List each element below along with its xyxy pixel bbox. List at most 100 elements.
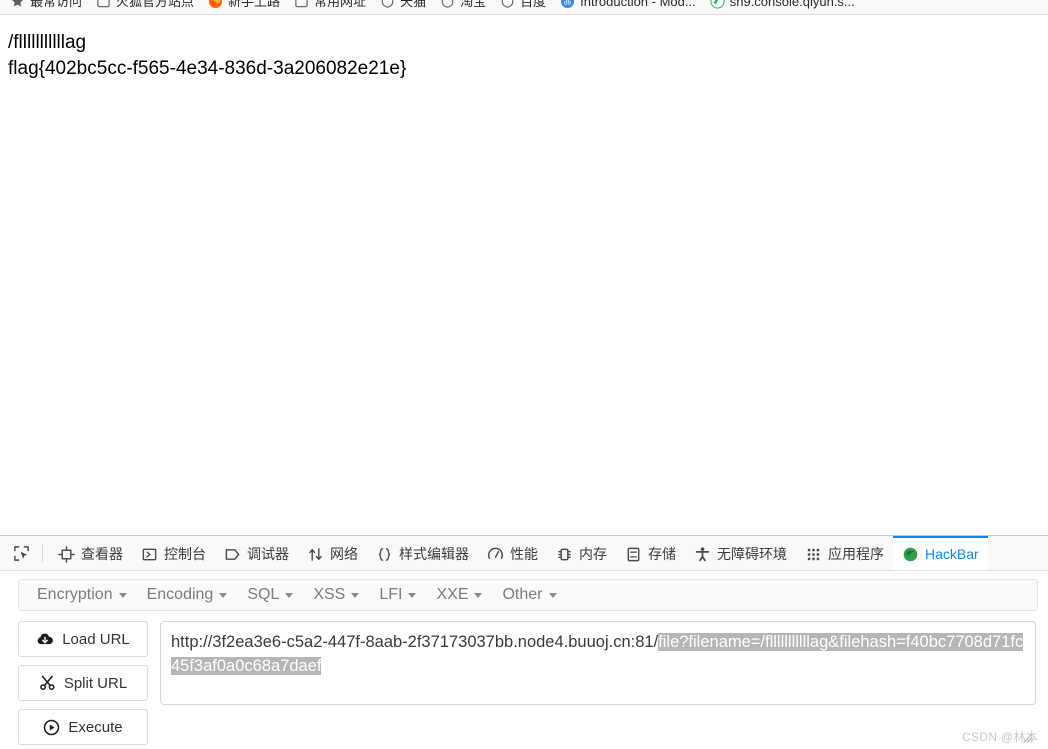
- network-icon: [307, 546, 324, 563]
- bookmark-item-common-sites[interactable]: 常用网址: [288, 0, 372, 11]
- hackbar-menubar: Encryption Encoding SQL XSS LFI XXE Othe…: [18, 579, 1038, 611]
- svg-text:db: db: [564, 0, 572, 6]
- split-url-button[interactable]: Split URL: [18, 665, 148, 701]
- style-editor-icon: [376, 546, 393, 563]
- devtools-tab-memory[interactable]: 内存: [547, 536, 616, 570]
- devtools-tab-inspector[interactable]: 查看器: [49, 536, 132, 570]
- hackbar-menu-encryption[interactable]: Encryption: [27, 584, 137, 606]
- devtools-tab-storage[interactable]: 存储: [616, 536, 685, 570]
- accessibility-icon: [694, 546, 711, 563]
- baidu-icon: [500, 0, 515, 9]
- toolbar-divider: [42, 544, 43, 562]
- debugger-icon: [224, 546, 241, 563]
- qiyun-icon: [710, 0, 725, 9]
- bookmark-label: 最常访问: [30, 0, 83, 9]
- menu-label: XXE: [436, 586, 469, 603]
- url-input[interactable]: http://3f2ea3e6-c5a2-447f-8aab-2f3717303…: [160, 621, 1036, 705]
- bookmark-item-taobao[interactable]: 淘宝: [434, 0, 492, 11]
- browser-window: 最常访问 火狐官方站点 新手上路 常用网址 天猫 淘宝 百度 db Introd…: [0, 0, 1048, 749]
- button-label: Split URL: [63, 674, 128, 692]
- chevron-down-icon: [408, 592, 417, 598]
- button-label: Execute: [68, 718, 123, 736]
- hackbar-menu-xss[interactable]: XSS: [303, 584, 369, 606]
- hackbar-menu-sql[interactable]: SQL: [237, 584, 303, 606]
- chevron-down-icon: [474, 592, 483, 598]
- star-icon: [10, 0, 25, 9]
- play-circle-icon: [43, 719, 60, 736]
- chevron-down-icon: [351, 592, 360, 598]
- hackbar-menu-xxe[interactable]: XXE: [426, 584, 492, 606]
- menu-label: SQL: [247, 586, 280, 603]
- bookmark-label: 淘宝: [460, 0, 487, 9]
- hackbar-menu-lfi[interactable]: LFI: [369, 584, 426, 606]
- bookmark-label: 新手上路: [228, 0, 281, 9]
- devtools-tab-label: 样式编辑器: [399, 546, 469, 562]
- bookmark-item-getting-started[interactable]: 新手上路: [202, 0, 286, 11]
- devtools-tab-label: HackBar: [925, 546, 979, 562]
- bookmark-label: 常用网址: [314, 0, 367, 9]
- csdn-watermark: CSDN @林本: [962, 730, 1038, 744]
- devtools-toolbar: 查看器 控制台 调试器 网络 样式编辑器 性能 内存 存储 无障碍环境 应用程序…: [0, 536, 1048, 571]
- page-text-filename: /flllllllllllag: [8, 32, 87, 53]
- menu-label: Encoding: [146, 586, 214, 603]
- bookmark-item-qiyun-console[interactable]: sh9.console.qiyun.s...: [704, 0, 861, 11]
- load-url-button[interactable]: Load URL: [18, 621, 148, 657]
- page-content: /flllllllllllag flag{402bc5cc-f565-4e34-…: [0, 16, 1048, 535]
- mdn-icon: db: [560, 0, 575, 9]
- bookmark-label: Introduction - Mod...: [580, 0, 696, 9]
- devtools-panel: 查看器 控制台 调试器 网络 样式编辑器 性能 内存 存储 无障碍环境 应用程序…: [0, 535, 1048, 749]
- hackbar-icon: [902, 546, 919, 563]
- tmall-icon: [380, 0, 395, 9]
- bookmark-outline-icon: [96, 0, 111, 9]
- chevron-down-icon: [219, 592, 228, 598]
- chevron-down-icon: [285, 592, 294, 598]
- devtools-tab-debugger[interactable]: 调试器: [215, 536, 298, 570]
- bookmark-label: sh9.console.qiyun.s...: [729, 0, 855, 9]
- memory-icon: [556, 546, 573, 563]
- hackbar-button-group: Load URL Split URL Execute: [18, 621, 148, 745]
- hackbar-url-area: http://3f2ea3e6-c5a2-447f-8aab-2f3717303…: [160, 621, 1036, 745]
- bookmark-label: 火狐官方站点: [116, 0, 195, 9]
- hackbar-body: Load URL Split URL Execute http://3f2ea3…: [18, 621, 1036, 745]
- devtools-tab-label: 查看器: [81, 546, 123, 562]
- devtools-tab-label: 应用程序: [828, 546, 884, 562]
- devtools-tab-label: 性能: [510, 546, 538, 562]
- devtools-tab-accessibility[interactable]: 无障碍环境: [685, 536, 796, 570]
- hackbar-menu-encoding[interactable]: Encoding: [137, 584, 238, 606]
- console-icon: [141, 546, 158, 563]
- devtools-tab-style-editor[interactable]: 样式编辑器: [367, 536, 478, 570]
- devtools-tab-console[interactable]: 控制台: [132, 536, 215, 570]
- devtools-tab-hackbar[interactable]: HackBar: [893, 536, 988, 570]
- performance-icon: [487, 546, 504, 563]
- bookmark-outline-icon: [294, 0, 309, 9]
- url-prefix-text: http://3f2ea3e6-c5a2-447f-8aab-2f3717303…: [171, 633, 659, 651]
- bookmark-item-tmall[interactable]: 天猫: [374, 0, 432, 11]
- devtools-tab-label: 无障碍环境: [717, 546, 787, 562]
- application-icon: [805, 546, 822, 563]
- chevron-down-icon: [118, 592, 127, 598]
- bookmark-item-baidu[interactable]: 百度: [494, 0, 552, 11]
- execute-button[interactable]: Execute: [18, 709, 148, 745]
- menu-label: Other: [502, 586, 543, 603]
- devtools-tab-label: 内存: [579, 546, 607, 562]
- bookmark-item-most-visited[interactable]: 最常访问: [4, 0, 88, 11]
- devtools-tab-performance[interactable]: 性能: [478, 536, 547, 570]
- bookmark-item-firefox-official[interactable]: 火狐官方站点: [90, 0, 200, 11]
- firefox-icon: [208, 0, 223, 9]
- devtools-tab-label: 控制台: [164, 546, 206, 562]
- bookmarks-toolbar: 最常访问 火狐官方站点 新手上路 常用网址 天猫 淘宝 百度 db Introd…: [0, 0, 1048, 15]
- devtools-tab-application[interactable]: 应用程序: [796, 536, 893, 570]
- devtools-tab-label: 存储: [648, 546, 676, 562]
- bookmark-label: 天猫: [400, 0, 427, 9]
- taobao-icon: [440, 0, 455, 9]
- devtools-tab-network[interactable]: 网络: [298, 536, 367, 570]
- cloud-download-icon: [36, 632, 54, 647]
- menu-label: LFI: [379, 586, 403, 603]
- devtools-tab-label: 调试器: [247, 546, 289, 562]
- element-picker-icon[interactable]: [6, 538, 36, 568]
- menu-label: Encryption: [37, 586, 113, 603]
- hackbar-menu-other[interactable]: Other: [492, 584, 566, 606]
- inspector-icon: [58, 545, 75, 563]
- bookmark-item-introduction-mdn[interactable]: db Introduction - Mod...: [554, 0, 702, 11]
- button-label: Load URL: [62, 630, 130, 648]
